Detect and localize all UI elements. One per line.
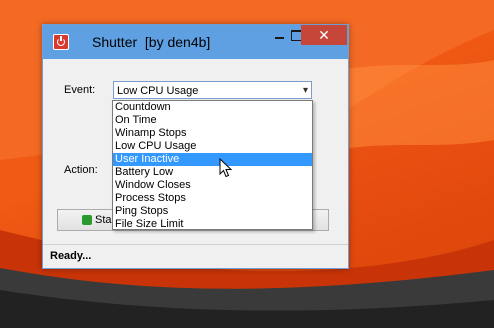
mouse-cursor-icon	[219, 158, 233, 178]
window-title: Shutter [by den4b]	[92, 34, 211, 50]
list-item[interactable]: Winamp Stops	[113, 127, 312, 140]
event-dropdown-list[interactable]: Countdown On Time Winamp Stops Low CPU U…	[112, 100, 313, 230]
title-bar[interactable]: Shutter [by den4b] ✕	[43, 25, 348, 59]
action-label: Action:	[64, 164, 98, 176]
status-bar: Ready...	[43, 244, 348, 268]
status-text: Ready...	[50, 250, 92, 262]
start-icon	[82, 215, 92, 225]
app-power-icon[interactable]	[53, 34, 69, 50]
dropdown-arrow-icon[interactable]: ▾	[303, 82, 308, 100]
list-item[interactable]: Process Stops	[113, 192, 312, 205]
list-item[interactable]: Ping Stops	[113, 205, 312, 218]
list-item[interactable]: File Size Limit	[113, 218, 312, 231]
maximize-icon	[290, 29, 302, 41]
close-icon: ✕	[318, 26, 330, 43]
list-item[interactable]: Low CPU Usage	[113, 140, 312, 153]
event-combobox[interactable]: Low CPU Usage ▾	[113, 81, 312, 99]
list-item[interactable]: On Time	[113, 114, 312, 127]
event-selected-value: Low CPU Usage	[117, 85, 199, 97]
start-button-label: Sta	[95, 214, 112, 226]
list-item[interactable]: Window Closes	[113, 179, 312, 192]
list-item[interactable]: Countdown	[113, 101, 312, 114]
close-button[interactable]: ✕	[301, 25, 347, 45]
list-item-highlighted[interactable]: User Inactive	[113, 153, 312, 166]
list-item[interactable]: Battery Low	[113, 166, 312, 179]
event-label: Event:	[64, 84, 96, 96]
